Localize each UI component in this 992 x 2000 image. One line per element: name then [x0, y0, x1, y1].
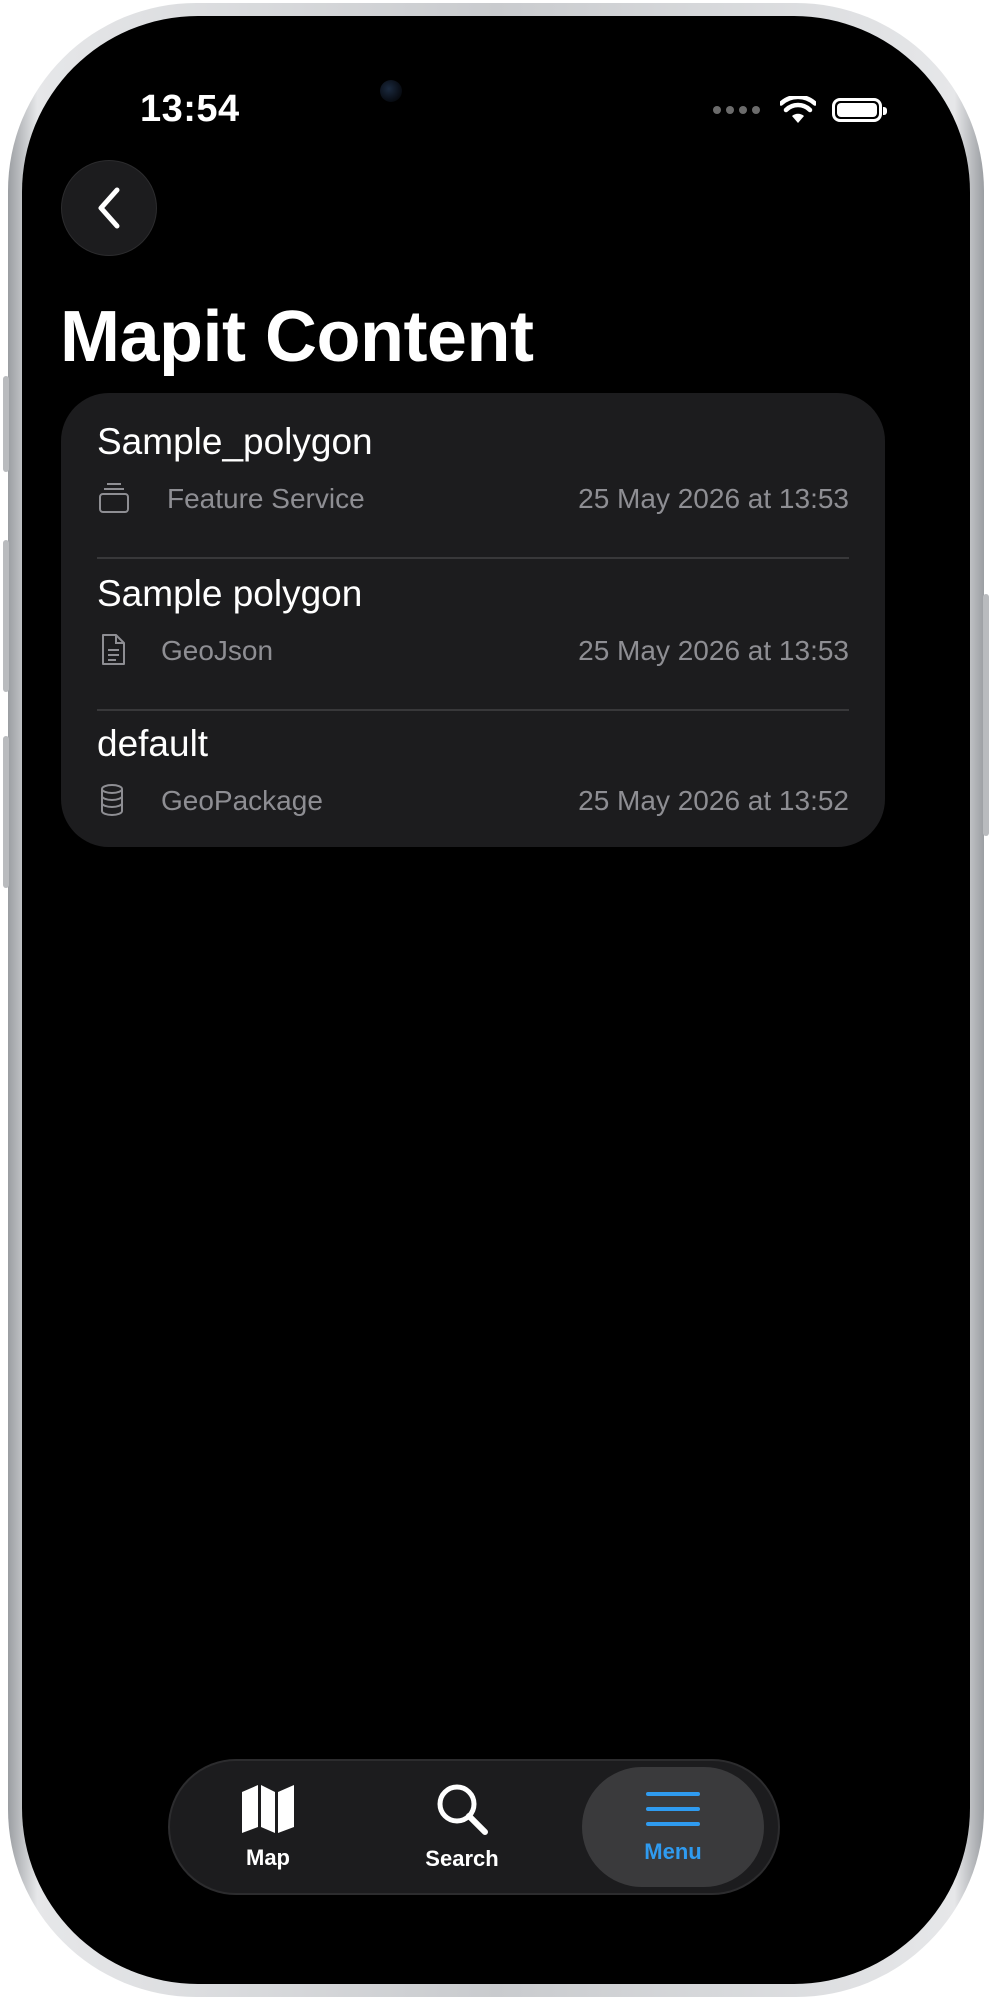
tab-label: Menu	[644, 1839, 702, 1864]
back-button[interactable]	[61, 160, 157, 256]
tab-label: Search	[425, 1846, 499, 1871]
stack-icon	[99, 483, 129, 513]
list-item[interactable]: Sample_polygon Feature Service 25 May 20…	[97, 393, 849, 545]
map-icon	[242, 1785, 294, 1833]
side-button	[3, 376, 9, 472]
tab-label: Map	[246, 1845, 290, 1870]
item-type: GeoPackage	[161, 785, 323, 816]
wifi-icon	[780, 96, 816, 123]
signal-dots-icon	[713, 106, 760, 114]
side-button	[983, 594, 989, 836]
item-date: 25 May 2026 at 13:53	[578, 483, 849, 514]
tab-menu[interactable]: Menu	[582, 1767, 764, 1887]
item-meta: Feature Service 25 May 2026 at 13:53	[97, 479, 849, 519]
search-icon	[437, 1784, 488, 1835]
item-date: 25 May 2026 at 13:52	[578, 785, 849, 816]
dynamic-island	[366, 38, 626, 114]
item-meta: GeoPackage 25 May 2026 at 13:52	[97, 781, 849, 821]
item-name: Sample polygon	[97, 573, 363, 614]
side-button	[3, 540, 9, 692]
item-date: 25 May 2026 at 13:53	[578, 635, 849, 666]
menu-icon	[646, 1792, 700, 1826]
page-title: Mapit Content	[60, 297, 534, 377]
item-type: GeoJson	[161, 635, 274, 666]
item-meta: GeoJson 25 May 2026 at 13:53	[97, 631, 849, 671]
status-icons	[713, 96, 887, 124]
document-icon	[102, 634, 125, 665]
tab-bar: Map Search Menu	[168, 1759, 780, 1895]
side-button	[3, 736, 9, 888]
item-type: Feature Service	[167, 483, 365, 514]
database-icon	[101, 784, 123, 816]
camera-icon	[380, 80, 402, 102]
status-time: 13:54	[140, 88, 240, 130]
tab-map[interactable]: Map	[200, 1767, 336, 1887]
tab-search[interactable]: Search	[388, 1767, 536, 1887]
list-item[interactable]: default GeoPackage 25 May 2026 at 13:52	[97, 695, 849, 847]
battery-icon	[832, 98, 887, 122]
item-name: default	[97, 723, 209, 764]
chevron-left-icon	[98, 187, 120, 229]
list-item[interactable]: Sample polygon GeoJson 25 May 2026 at 13…	[97, 545, 849, 697]
content-list: Sample_polygon Feature Service 25 May 20…	[61, 393, 885, 847]
item-name: Sample_polygon	[97, 421, 373, 462]
